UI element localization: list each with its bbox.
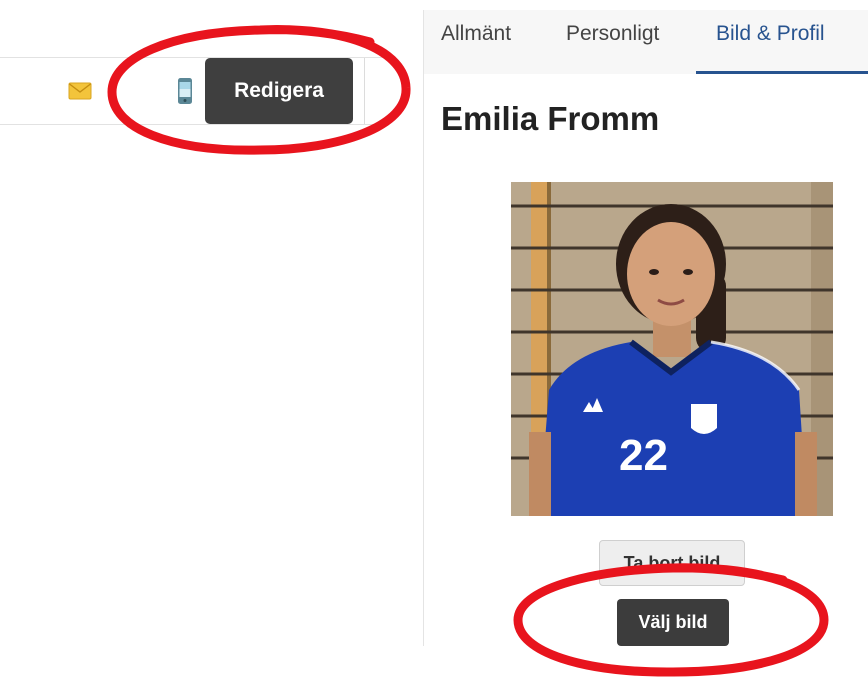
tab-personal[interactable]: Personligt [566,22,659,46]
profile-photo: 22 [511,182,833,516]
page-title: Emilia Fromm [441,100,660,137]
envelope-icon[interactable] [68,82,92,100]
member-toolbar: Redigera [0,57,383,125]
toolbar-divider [364,58,365,124]
active-tab-indicator [696,71,868,74]
tab-general[interactable]: Allmänt [441,22,511,46]
phone-icon[interactable] [176,78,194,104]
edit-button[interactable]: Redigera [205,58,353,124]
remove-image-button[interactable]: Ta bort bild [599,540,745,586]
tab-image-profile[interactable]: Bild & Profil [716,22,825,46]
panel-divider [423,10,424,646]
jersey-number: 22 [619,431,668,480]
choose-image-button[interactable]: Välj bild [617,599,729,646]
